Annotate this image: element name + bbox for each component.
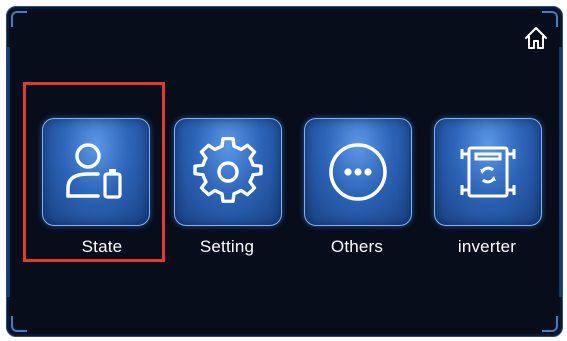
state-tile[interactable]	[42, 118, 150, 226]
others-tile[interactable]	[304, 118, 412, 226]
frame-corner	[11, 316, 27, 332]
inverter-tile[interactable]	[434, 118, 542, 226]
home-icon	[525, 27, 547, 49]
more-dots-icon	[329, 143, 387, 201]
setting-label: Setting	[199, 237, 255, 256]
state-label: State	[81, 237, 123, 256]
home-button[interactable]	[522, 24, 550, 52]
frame-edge-left	[7, 47, 10, 297]
others-label: Others	[330, 237, 384, 256]
inverter-icon	[460, 146, 516, 198]
frame-edge-right	[559, 47, 562, 297]
user-battery-icon	[66, 143, 122, 199]
inverter-label: inverter	[457, 237, 517, 256]
frame-corner	[11, 11, 27, 27]
setting-tile[interactable]	[174, 118, 282, 226]
gear-icon	[193, 137, 263, 203]
frame-corner	[542, 316, 558, 332]
